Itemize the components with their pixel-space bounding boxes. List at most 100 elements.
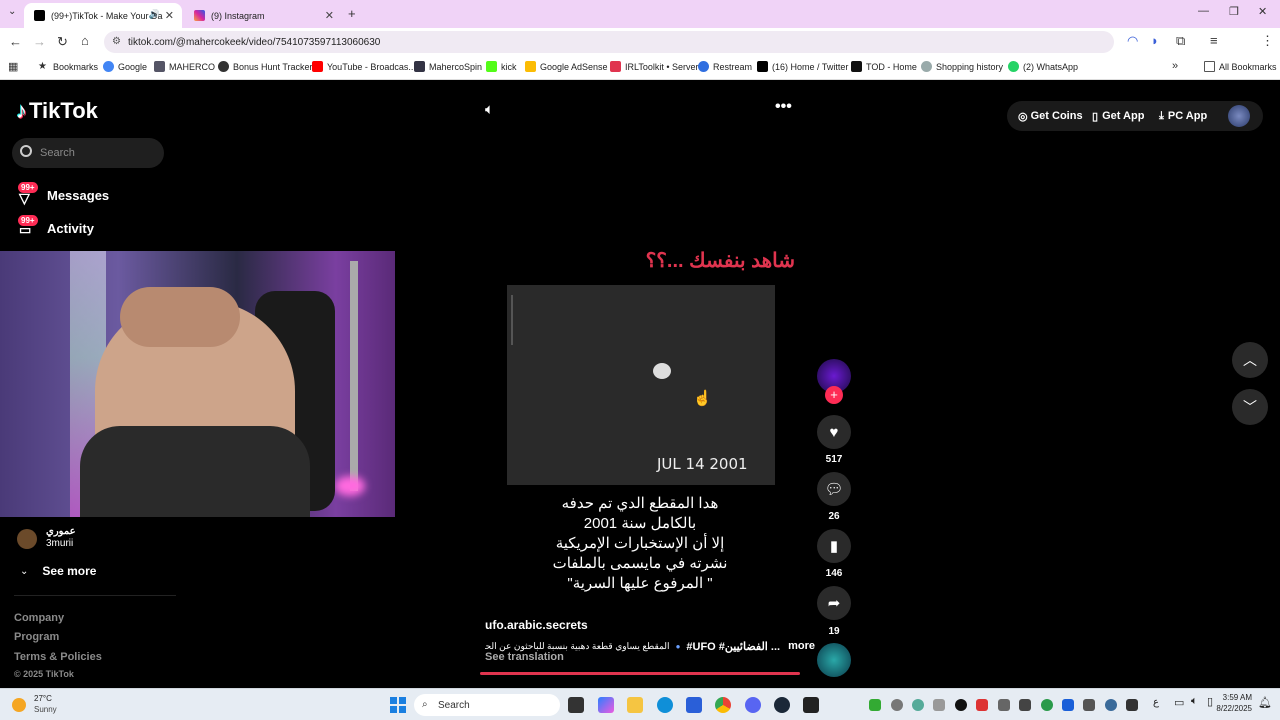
chrome-icon[interactable] <box>715 697 731 713</box>
save-button[interactable]: ▮ <box>817 529 851 563</box>
bookmark-item[interactable]: (16) Home / Twitter <box>757 61 848 72</box>
tray-icon[interactable] <box>912 699 924 711</box>
bookmark-item[interactable]: TOD - Home <box>851 61 917 72</box>
video-author[interactable]: ufo.arabic.secrets <box>485 618 588 632</box>
clock-time[interactable]: 3:59 AM <box>1212 693 1252 702</box>
weather-temp[interactable]: 27°C <box>34 694 52 703</box>
tab-instagram[interactable]: (9) Instagram ✕ <box>184 3 342 28</box>
see-more-button[interactable]: ⌄ See more <box>20 564 96 578</box>
reload-icon[interactable]: ↻ <box>57 34 68 50</box>
bookmark-item[interactable]: Restream <box>698 61 752 72</box>
bookmark-item[interactable]: (2) WhatsApp <box>1008 61 1078 72</box>
bookmark-item[interactable]: Bonus Hunt Tracker <box>218 61 313 72</box>
follow-plus-icon[interactable]: + <box>825 386 843 404</box>
bookmark-item[interactable]: MahercoSpin <box>414 61 482 72</box>
minimize-icon[interactable]: — <box>1198 5 1209 17</box>
tray-icon[interactable] <box>869 699 881 711</box>
tray-icon[interactable] <box>1083 699 1095 711</box>
network-icon[interactable]: ▭ <box>1174 696 1184 709</box>
weather-sun-icon[interactable] <box>12 698 26 712</box>
pc-app-button[interactable]: ⤓ PC App <box>1159 104 1207 128</box>
star-icon: ★ <box>38 61 47 72</box>
tray-icon[interactable] <box>1019 699 1031 711</box>
notification-bell-icon[interactable]: 🔔︎ <box>1258 696 1272 709</box>
tray-icon[interactable] <box>955 699 967 711</box>
close-icon[interactable]: ✕ <box>325 9 334 22</box>
media-control-icon[interactable]: ≡ <box>1210 33 1218 48</box>
tray-icon[interactable] <box>998 699 1010 711</box>
more-options-icon[interactable]: ••• <box>775 98 792 116</box>
get-coins-button[interactable]: ◎ Get Coins <box>1018 104 1083 128</box>
get-app-button[interactable]: ▯ Get App <box>1092 104 1144 128</box>
speaker-icon[interactable]: 🔈︎ <box>1191 695 1198 708</box>
tray-icon[interactable] <box>1041 699 1053 711</box>
bookmark-item[interactable]: IRLToolkit • Server <box>610 61 699 72</box>
extensions-puzzle-icon[interactable]: ⧉ <box>1176 33 1185 49</box>
like-button[interactable]: ♥ <box>817 415 851 449</box>
tiktok-logo[interactable]: ♪ TikTok <box>16 98 98 124</box>
bookmark-item[interactable]: Google <box>103 61 147 72</box>
bookmark-item[interactable]: kick <box>486 61 517 72</box>
menu-dots-icon[interactable]: ⋮ <box>1261 33 1274 49</box>
maximize-icon[interactable]: ❐ <box>1229 5 1239 18</box>
tray-icon[interactable] <box>933 699 945 711</box>
microphone-icon[interactable] <box>1126 699 1138 711</box>
share-button[interactable]: ➦ <box>817 586 851 620</box>
address-bar[interactable]: ⚙ tiktok.com/@mahercokeek/video/75410735… <box>104 31 1114 53</box>
see-translation-link[interactable]: See translation <box>485 651 564 663</box>
footer-terms[interactable]: Terms & Policies <box>14 651 102 663</box>
file-explorer-icon[interactable] <box>627 697 643 713</box>
tab-search-chevron-icon[interactable]: ⌄ <box>8 6 16 17</box>
apps-grid-icon[interactable]: ▦ <box>8 60 18 73</box>
bookmark-item[interactable]: Shopping history <box>921 61 1003 72</box>
speaker-icon[interactable]: 🔊 <box>149 9 160 20</box>
bookmark-item[interactable]: ★ Bookmarks <box>38 61 98 72</box>
hashtags[interactable]: #UFO #الفضائيين ... <box>686 640 780 653</box>
tray-icon[interactable] <box>976 699 988 711</box>
comment-button[interactable]: 💬︎ <box>817 472 851 506</box>
suggested-avatar[interactable] <box>17 529 37 549</box>
next-video-button[interactable]: ﹀ <box>1232 389 1268 425</box>
video-player[interactable]: JUL 14 2001 <box>507 285 775 485</box>
home-icon[interactable]: ⌂ <box>81 33 89 48</box>
forward-icon[interactable]: → <box>33 34 46 49</box>
footer-program[interactable]: Program <box>14 631 59 643</box>
back-icon[interactable]: ← <box>9 34 22 49</box>
video-progress-bar[interactable] <box>480 672 800 675</box>
site-info-icon[interactable]: ⚙ <box>112 36 121 47</box>
bookmark-item[interactable]: YouTube - Broadcas... <box>312 61 416 72</box>
bookmark-item[interactable]: Google AdSense <box>525 61 608 72</box>
search-input[interactable]: Search <box>12 138 164 168</box>
overflow-chevron-icon[interactable]: » <box>1172 60 1178 72</box>
bookmark-item[interactable]: MAHERCO <box>154 61 215 72</box>
previous-video-button[interactable]: ︿ <box>1232 342 1268 378</box>
user-avatar[interactable] <box>1228 105 1250 127</box>
more-button[interactable]: more <box>788 640 815 652</box>
close-icon[interactable]: ✕ <box>165 9 174 22</box>
extension-icon[interactable]: ◠ <box>1127 33 1138 49</box>
clock-date[interactable]: 8/22/2025 <box>1206 704 1252 713</box>
volume-icon[interactable]: 🔈︎ <box>485 101 494 118</box>
language-indicator-icon[interactable]: ع <box>1153 697 1159 708</box>
tray-icon[interactable] <box>891 699 903 711</box>
windows-start-icon[interactable] <box>390 697 406 713</box>
bluetooth-icon[interactable] <box>1062 699 1074 711</box>
discord-icon[interactable] <box>745 697 761 713</box>
all-bookmarks-folder[interactable]: All Bookmarks <box>1204 61 1277 72</box>
steam-icon[interactable] <box>774 697 790 713</box>
store-icon[interactable] <box>686 697 702 713</box>
suggested-handle[interactable]: 3murii <box>46 538 73 549</box>
window-close-icon[interactable]: ✕ <box>1258 5 1267 18</box>
new-tab-plus-icon[interactable]: + <box>348 6 356 21</box>
extension-audio-icon[interactable]: ◗ <box>1151 33 1159 48</box>
epic-games-icon[interactable] <box>803 697 819 713</box>
footer-company[interactable]: Company <box>14 612 64 624</box>
task-view-icon[interactable] <box>568 697 584 713</box>
music-disc-icon[interactable] <box>817 643 851 677</box>
edge-icon[interactable] <box>657 697 673 713</box>
tray-icon[interactable] <box>1105 699 1117 711</box>
suggested-name[interactable]: عموري <box>46 526 76 537</box>
taskbar-search[interactable]: ⌕ Search <box>414 694 560 716</box>
copilot-icon[interactable] <box>598 697 614 713</box>
tab-tiktok[interactable]: (99+)TikTok - Make Your Da 🔊 ✕ <box>24 3 182 28</box>
